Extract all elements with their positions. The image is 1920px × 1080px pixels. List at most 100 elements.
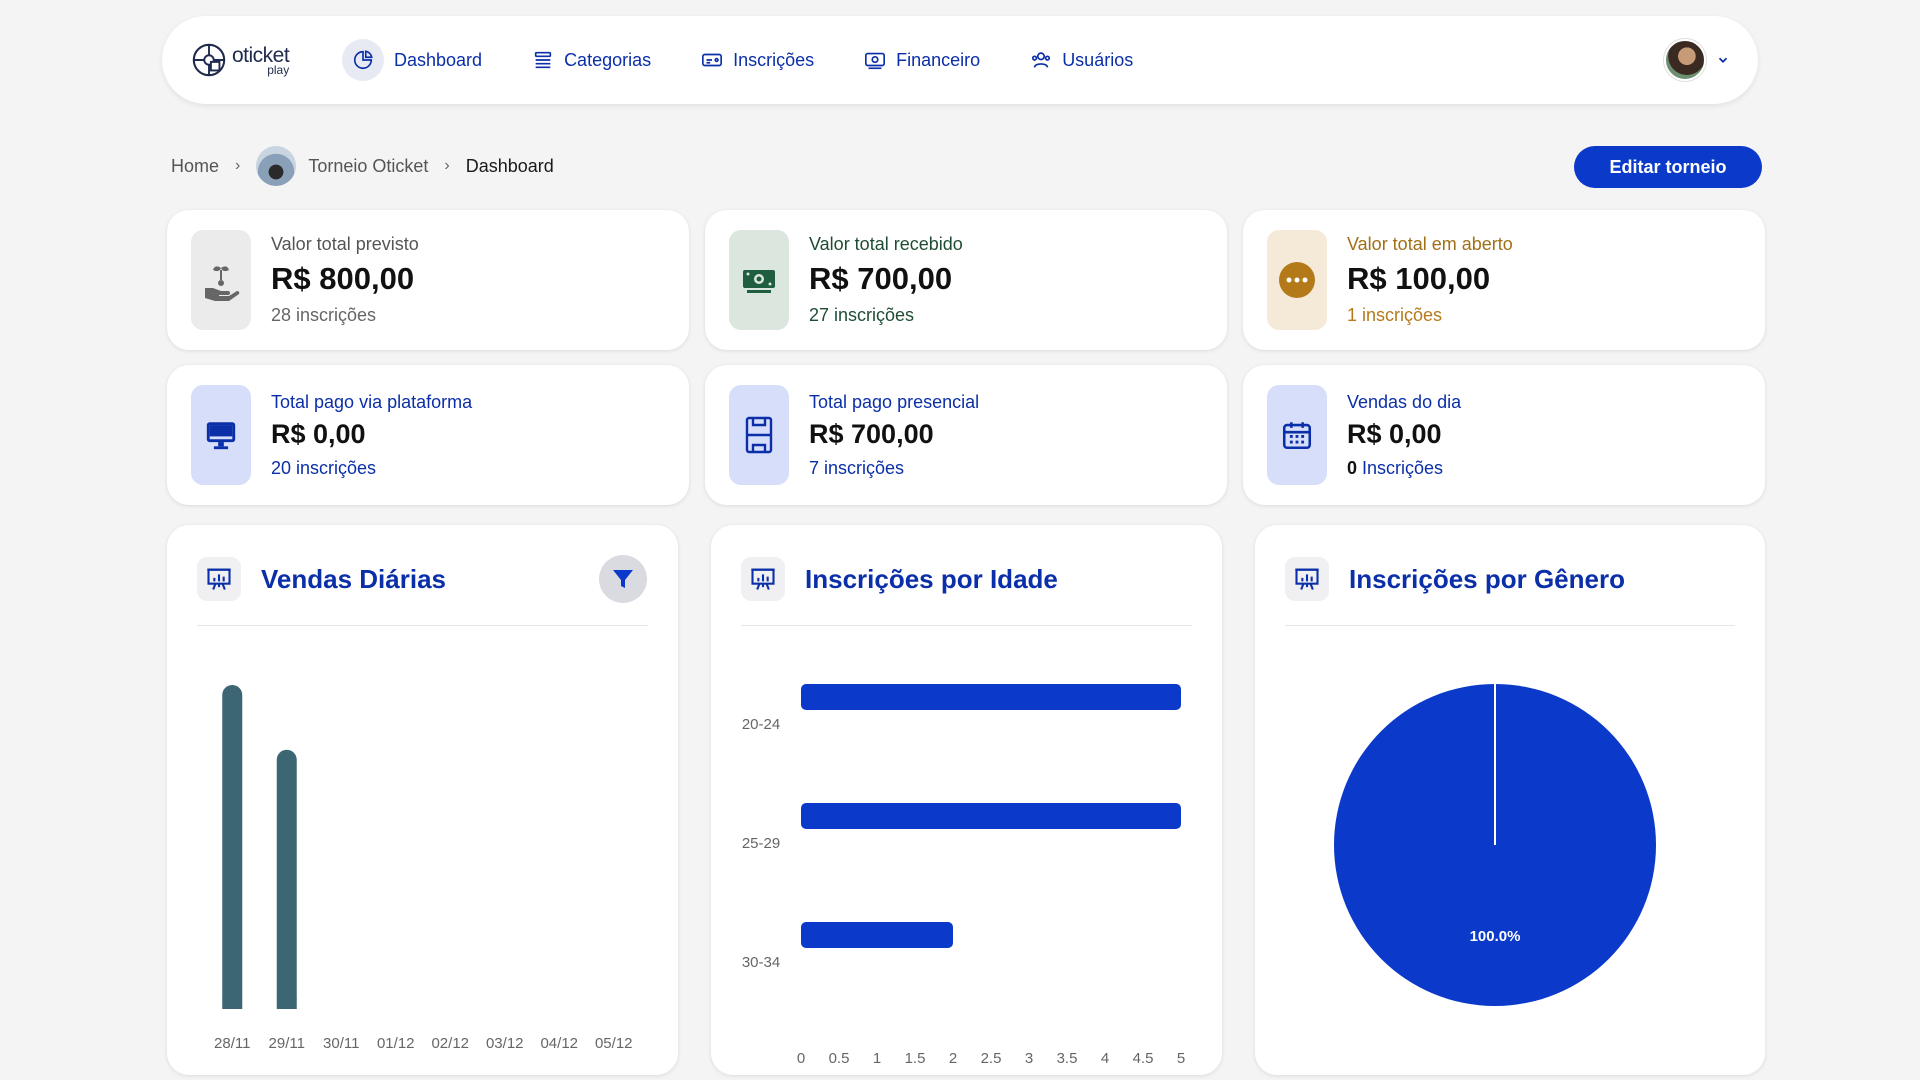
court-icon [745,416,773,454]
chart-card-age: Inscrições por Idade 20-24 25-29 30-34 0 0.5… [711,525,1222,1075]
x-tick-label: 2 [949,1050,957,1065]
gender-chart: 100.0% [1334,684,1656,1006]
tournament-thumbnail [256,146,297,186]
nav-item-dashboard[interactable]: Dashboard [342,38,504,82]
breadcrumb-home[interactable]: Home [171,156,219,177]
x-tick-label: 02/12 [431,1035,469,1052]
stat-label: Valor total em aberto [1347,234,1513,254]
divider [1285,625,1735,626]
stat-label: Valor total recebido [809,234,963,254]
filter-button[interactable] [599,555,647,603]
list-icon [532,49,554,71]
chart-card-gender: Inscrições por Gênero 100.0% [1255,525,1765,1075]
pie-slice-label: 100.0% [1470,928,1521,945]
bar [276,749,297,1009]
stat-icon-box [1267,230,1327,330]
breadcrumb-tournament[interactable]: Torneio Oticket [308,156,428,177]
avatar [1664,39,1706,81]
x-tick-label: 1.5 [905,1050,926,1065]
stat-value: R$ 700,00 [809,261,953,296]
divider [741,625,1192,626]
x-tick-label: 04/12 [540,1035,578,1052]
bar [801,684,1181,710]
stat-sub: 28 inscrições [271,305,377,325]
presentation-chart-icon [741,557,785,601]
chevron-right-icon: › [444,157,450,174]
x-tick-label: 3.5 [1057,1050,1078,1065]
x-tick-label: 3 [1025,1050,1033,1065]
stat-card-plataforma: Total pago via plataforma R$ 0,00 20 ins… [167,365,689,505]
stat-icon-box [191,230,251,330]
bar-base [222,999,243,1009]
divider [197,625,648,626]
pie-chart-icon [342,39,384,81]
x-tick-label: 03/12 [486,1035,524,1052]
x-tick-label: 2.5 [981,1050,1002,1065]
top-nav: oticket play Dashboard Categorias Inscri… [162,16,1758,104]
x-tick-label: 0 [797,1050,805,1065]
profile-menu[interactable] [1664,39,1730,81]
nav-label-financeiro: Financeiro [896,49,981,70]
stat-icon-box [1267,385,1327,485]
bar [801,922,953,948]
nav-label-dashboard: Dashboard [394,49,483,70]
stat-card-vendas-dia: Vendas do dia R$ 0,00 0 Inscrições [1243,365,1765,505]
age-chart: 20-24 25-29 30-34 0 0.5 1 1.5 2 2.5 3 3.5 4 4.5 5 [742,684,1185,1065]
bar [222,685,243,1009]
filter-icon [613,570,633,588]
nav-label-categorias: Categorias [564,49,652,70]
chart-title: Inscrições por Gênero [1349,563,1625,594]
stat-icon-box [729,385,789,485]
stat-value: R$ 800,00 [271,261,415,296]
stat-label: Total pago presencial [809,391,980,412]
stat-value: R$ 100,00 [1347,261,1491,296]
x-tick-label: 28/11 [214,1035,250,1052]
stat-value: R$ 0,00 [1347,418,1442,449]
x-tick-label: 01/12 [377,1035,415,1052]
stat-card-total-previsto: Valor total previsto R$ 800,00 28 inscri… [167,210,689,350]
x-tick-label: 30/11 [323,1035,359,1052]
chevron-right-icon: › [235,157,241,174]
x-tick-label: 4.5 [1133,1050,1154,1065]
breadcrumb-current: Dashboard [465,155,554,176]
monitor-icon [206,422,236,450]
stat-label: Valor total previsto [271,234,419,254]
chart-card-daily-sales: Vendas Diárias 28/11 29/11 30/11 01/12 02/12… [167,525,678,1075]
nav-item-categorias[interactable]: Categorias [510,38,673,82]
nav-label-usuarios: Usuários [1062,49,1134,70]
stat-card-total-aberto: Valor total em aberto R$ 100,00 1 inscri… [1243,210,1765,350]
nav-label-inscricoes: Inscrições [733,49,815,70]
x-tick-label: 4 [1101,1050,1109,1065]
hand-coin-icon [205,266,240,301]
stat-value: R$ 700,00 [809,418,934,449]
stat-card-total-recebido: Valor total recebido R$ 700,00 27 inscri… [705,210,1227,350]
stat-icon-box [729,230,789,330]
nav-item-financeiro[interactable]: Financeiro [842,38,1002,82]
stat-value: R$ 0,00 [271,418,366,449]
stat-sub: 20 inscrições [271,457,377,478]
y-tick-label: 20-24 [742,716,780,733]
stat-sub: 27 inscrições [809,305,915,325]
nav-item-usuarios[interactable]: Usuários [1008,38,1155,82]
chart-title: Inscrições por Idade [805,563,1058,594]
edit-tournament-button[interactable]: Editar torneio [1574,146,1762,188]
x-tick-label: 29/11 [269,1035,305,1052]
dots-icon [1279,262,1315,298]
users-icon [1030,49,1052,71]
bar-base [276,999,297,1009]
breadcrumb: Home › Torneio Oticket › Dashboard [171,146,554,186]
daily-sales-chart: 28/11 29/11 30/11 01/12 02/12 03/12 04/12 05/12 [214,685,633,1052]
presentation-chart-icon [197,557,241,601]
y-tick-label: 25-29 [742,835,780,852]
stat-card-presencial: Total pago presencial R$ 700,00 7 inscri… [705,365,1227,505]
money-icon [864,49,886,71]
logo[interactable]: oticket play [190,30,320,90]
logo-icon [192,43,226,77]
logo-sub: play [267,62,290,77]
nav-item-inscricoes[interactable]: Inscrições [679,38,836,82]
stat-sub-text: Inscrições [1357,457,1444,478]
stat-sub: 0 Inscrições [1347,458,1461,479]
bar [801,803,1181,829]
banknote-icon [743,270,775,293]
chevron-down-icon [1718,57,1728,63]
